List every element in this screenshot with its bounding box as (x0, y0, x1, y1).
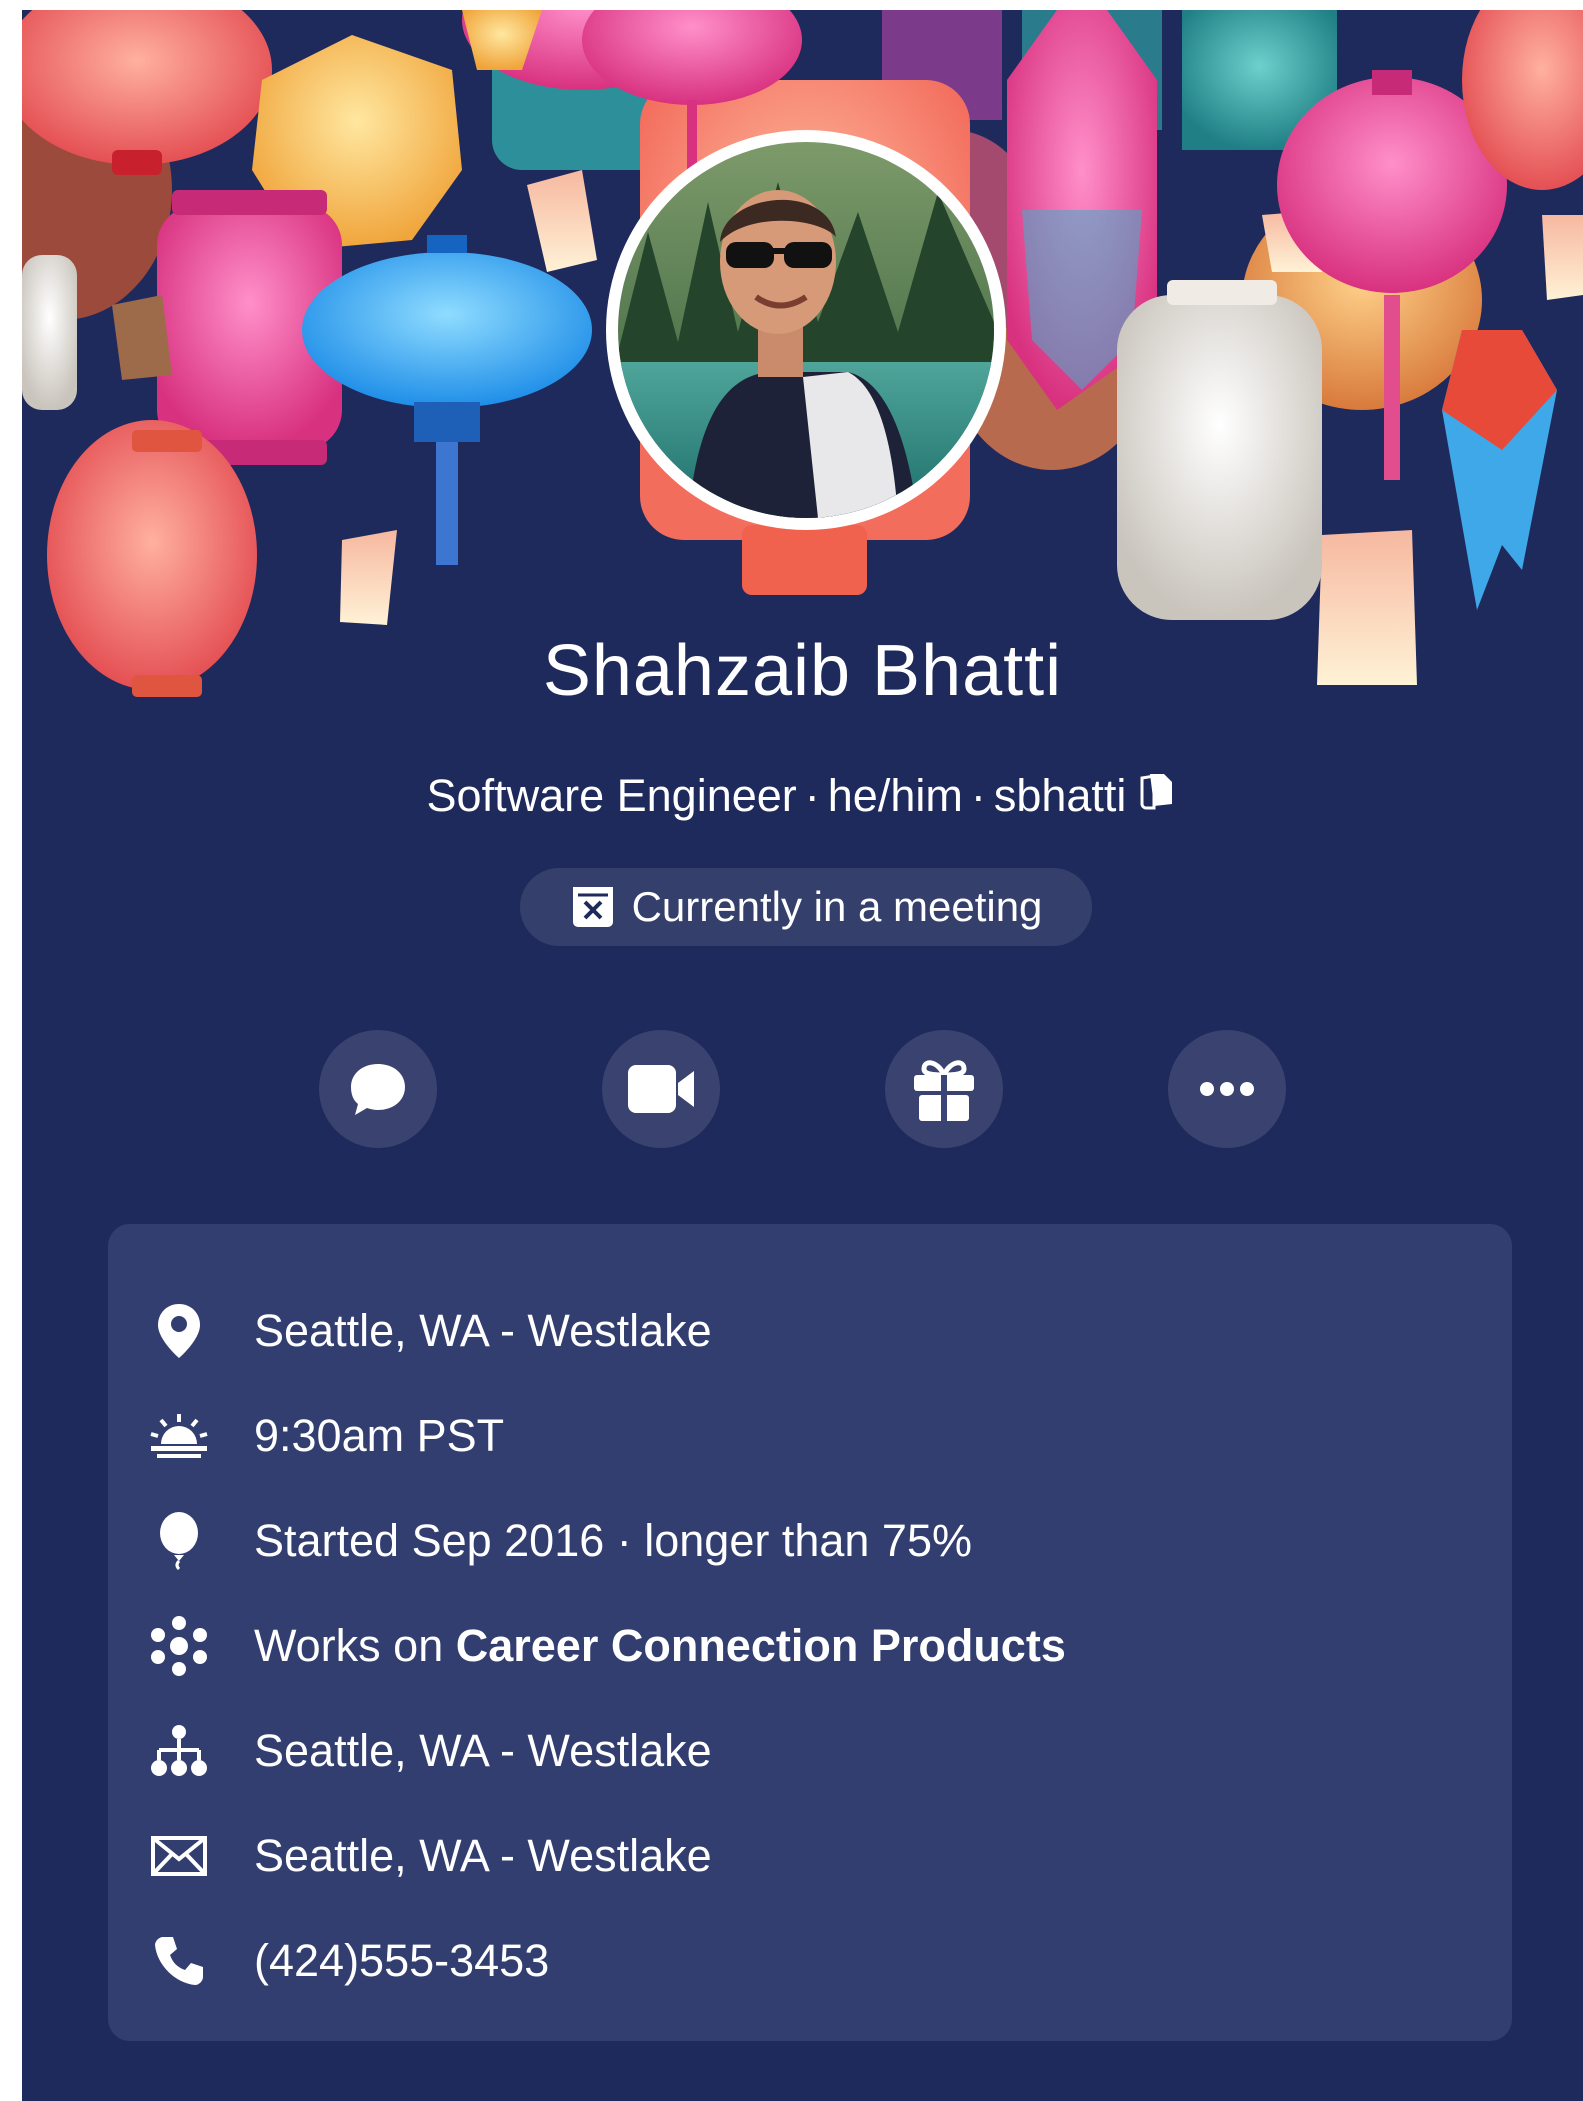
envelope-icon (146, 1821, 212, 1891)
status-badge: Currently in a meeting (520, 868, 1092, 946)
copy-icon[interactable] (1134, 768, 1178, 823)
profile-card: Shahzaib Bhatti Software Engineer · he/h… (22, 10, 1583, 2101)
gift-button[interactable] (885, 1030, 1003, 1148)
username: sbhatti (993, 769, 1127, 821)
mail-text: Seattle, WA - Westlake (254, 1830, 712, 1881)
location-pin-icon (146, 1296, 212, 1366)
sunrise-icon (146, 1401, 212, 1471)
profile-name: Shahzaib Bhatti (542, 631, 1063, 711)
message-button[interactable] (319, 1030, 437, 1148)
more-dots-icon (1200, 1082, 1254, 1096)
location-text[interactable]: Seattle, WA - Westlake (254, 1305, 712, 1357)
detail-row-team: Works on Career Connection Products (108, 1611, 1512, 1681)
team-text: Works on Career Connection Products (254, 1620, 1066, 1672)
local-time-text: 9:30am PST (254, 1410, 505, 1461)
detail-row-mail: Seattle, WA - Westlake (108, 1821, 1512, 1891)
detail-row-location: Seattle, WA - Westlake (108, 1296, 1512, 1366)
phone-text[interactable]: (424)555-3453 (254, 1935, 549, 1987)
video-camera-icon (628, 1065, 694, 1113)
status-text: Currently in a meeting (631, 883, 1043, 930)
gift-icon (914, 1060, 974, 1121)
job-title: Software Engineer (426, 769, 797, 821)
action-bar (22, 1030, 1583, 1150)
avatar-photo (618, 142, 994, 518)
more-button[interactable] (1168, 1030, 1286, 1148)
tenure-text: Started Sep 2016 · longer than 75% (254, 1515, 973, 1566)
detail-row-local-time: 9:30am PST (108, 1401, 1512, 1471)
chat-bubble-icon (351, 1064, 405, 1115)
profile-subtitle: Software Engineer · he/him · sbhatti (22, 768, 1583, 823)
balloon-icon (146, 1506, 212, 1576)
separator: · (804, 769, 820, 821)
pronouns: he/him (827, 769, 963, 821)
meeting-calendar-icon (572, 887, 613, 927)
detail-row-org: Seattle, WA - Westlake (108, 1716, 1512, 1786)
profile-details: Seattle, WA - Westlake 9:30am PST Starte… (108, 1224, 1512, 2041)
video-call-button[interactable] (602, 1030, 720, 1148)
phone-icon (146, 1926, 212, 1996)
team-link[interactable]: Career Connection Products (456, 1620, 1066, 1671)
profile-avatar[interactable] (606, 130, 1006, 530)
org-text[interactable]: Seattle, WA - Westlake (254, 1725, 712, 1777)
detail-row-phone: (424)555-3453 (108, 1926, 1512, 1996)
org-chart-icon (146, 1716, 212, 1786)
team-network-icon (146, 1611, 212, 1681)
works-on-label: Works on (254, 1620, 456, 1671)
detail-row-tenure: Started Sep 2016 · longer than 75% (108, 1506, 1512, 1576)
separator: · (970, 769, 986, 821)
